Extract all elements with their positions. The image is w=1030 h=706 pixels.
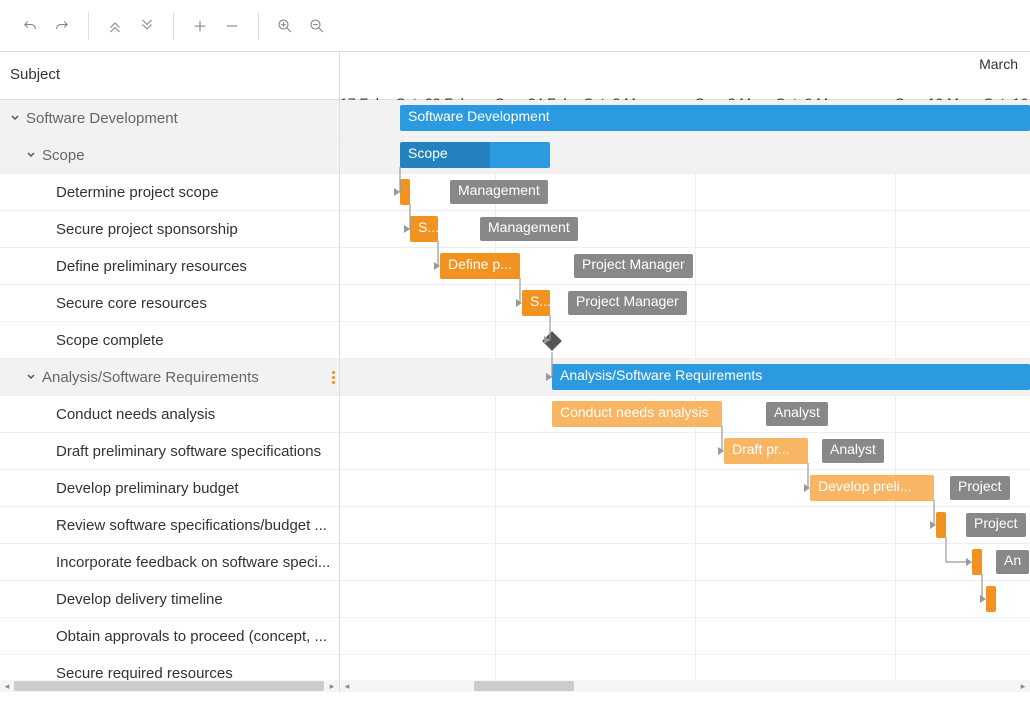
task-label: Scope complete — [56, 332, 164, 349]
month-label: March — [979, 56, 1018, 72]
task-label: Software Development — [26, 110, 178, 127]
task-row[interactable]: Secure required resources — [0, 655, 339, 680]
task-row[interactable]: Secure core resources — [0, 285, 339, 322]
gantt-row — [340, 655, 1030, 680]
task-label: Obtain approvals to proceed (concept, ..… — [56, 628, 327, 645]
scroll-thumb[interactable] — [14, 681, 324, 691]
body: Software Development Scope Determine proje… — [0, 100, 1030, 692]
task-row[interactable]: Secure project sponsorship — [0, 211, 339, 248]
task-row[interactable]: Obtain approvals to proceed (concept, ..… — [0, 618, 339, 655]
scroll-right-icon[interactable]: ▸ — [325, 680, 339, 692]
task-label: Conduct needs analysis — [56, 406, 215, 423]
task-bar[interactable]: S... — [410, 216, 438, 242]
chevron-down-icon[interactable] — [8, 111, 22, 125]
task-bar[interactable]: Develop preli... — [810, 475, 934, 501]
redo-button[interactable] — [46, 10, 78, 42]
task-label: Develop delivery timeline — [56, 591, 223, 608]
summary-bar[interactable]: Scope — [400, 142, 550, 168]
summary-bar[interactable]: Software Development — [400, 105, 1030, 131]
task-row[interactable]: Determine project scope — [0, 174, 339, 211]
add-button[interactable] — [184, 10, 216, 42]
resource-tag: Project — [950, 476, 1010, 500]
chevron-down-icon[interactable] — [24, 370, 38, 384]
task-row[interactable]: Define preliminary resources — [0, 248, 339, 285]
task-label: Incorporate feedback on software speci..… — [56, 554, 330, 571]
task-label: Secure project sponsorship — [56, 221, 238, 238]
task-row[interactable]: Develop preliminary budget — [0, 470, 339, 507]
task-tree-panel: Software Development Scope Determine proje… — [0, 100, 340, 680]
resource-tag: Analyst — [766, 402, 828, 426]
task-label: Secure required resources — [56, 665, 233, 681]
gantt-row — [340, 322, 1030, 359]
gantt-row — [340, 581, 1030, 618]
task-bar[interactable]: Draft pr... — [724, 438, 808, 464]
resource-tag: Project Manager — [574, 254, 693, 278]
task-group-row[interactable]: Analysis/Software Requirements — [0, 359, 339, 396]
resource-tag: An — [996, 550, 1029, 574]
task-bar[interactable]: Conduct needs analysis — [552, 401, 722, 427]
drag-handle-icon[interactable] — [329, 359, 337, 396]
chevron-down-icon[interactable] — [24, 148, 38, 162]
collapse-all-button[interactable] — [131, 10, 163, 42]
summary-bar[interactable]: Analysis/Software Requirements — [552, 364, 1030, 390]
task-row[interactable]: Review software specifications/budget ..… — [0, 507, 339, 544]
task-label: Secure core resources — [56, 295, 207, 312]
task-label: Draft preliminary software specification… — [56, 443, 321, 460]
gantt-row — [340, 507, 1030, 544]
task-bar[interactable] — [936, 512, 946, 538]
resource-tag: Management — [450, 180, 548, 204]
remove-button[interactable] — [216, 10, 248, 42]
zoom-out-button[interactable] — [301, 10, 333, 42]
resource-tag: Project Manager — [568, 291, 687, 315]
task-bar[interactable] — [400, 179, 410, 205]
resource-tag: Project — [966, 513, 1026, 537]
task-bar[interactable] — [972, 549, 982, 575]
expand-all-button[interactable] — [99, 10, 131, 42]
gantt-row — [340, 211, 1030, 248]
right-scrollbar[interactable]: ◂ ▸ — [340, 680, 1030, 692]
task-row[interactable]: Conduct needs analysis — [0, 396, 339, 433]
subject-column-header[interactable]: Subject — [0, 52, 340, 99]
toolbar — [0, 0, 1030, 52]
header-row: Subject March 17 Feb - Sat, 23 FebSun, 2… — [0, 52, 1030, 100]
gantt-panel[interactable]: Software Development Scope S...Define p...… — [340, 100, 1030, 680]
task-bar[interactable] — [986, 586, 996, 612]
task-label: Analysis/Software Requirements — [42, 369, 259, 386]
task-bar[interactable]: Define p... — [440, 253, 520, 279]
scroll-left-icon[interactable]: ◂ — [340, 680, 354, 692]
task-row[interactable]: Incorporate feedback on software speci..… — [0, 544, 339, 581]
task-row[interactable]: Draft preliminary software specification… — [0, 433, 339, 470]
task-row[interactable]: Scope complete — [0, 322, 339, 359]
gantt-row — [340, 618, 1030, 655]
task-label: Define preliminary resources — [56, 258, 247, 275]
task-label: Review software specifications/budget ..… — [56, 517, 327, 534]
resource-tag: Management — [480, 217, 578, 241]
scroll-right-icon[interactable]: ▸ — [1016, 680, 1030, 692]
task-row[interactable]: Develop delivery timeline — [0, 581, 339, 618]
task-label: Develop preliminary budget — [56, 480, 239, 497]
task-label: Determine project scope — [56, 184, 219, 201]
task-group-row[interactable]: Scope — [0, 137, 339, 174]
task-label: Scope — [42, 147, 85, 164]
scroll-thumb[interactable] — [474, 681, 574, 691]
gantt-row — [340, 174, 1030, 211]
timeline-header: March 17 Feb - Sat, 23 FebSun, 24 Feb - … — [340, 52, 1030, 99]
resource-tag: Analyst — [822, 439, 884, 463]
undo-button[interactable] — [14, 10, 46, 42]
scroll-left-icon[interactable]: ◂ — [0, 680, 14, 692]
task-group-row[interactable]: Software Development — [0, 100, 339, 137]
zoom-in-button[interactable] — [269, 10, 301, 42]
gantt-row — [340, 433, 1030, 470]
gantt-row — [340, 544, 1030, 581]
left-scrollbar[interactable]: ◂ ▸ — [0, 680, 340, 692]
task-bar[interactable]: S... — [522, 290, 550, 316]
